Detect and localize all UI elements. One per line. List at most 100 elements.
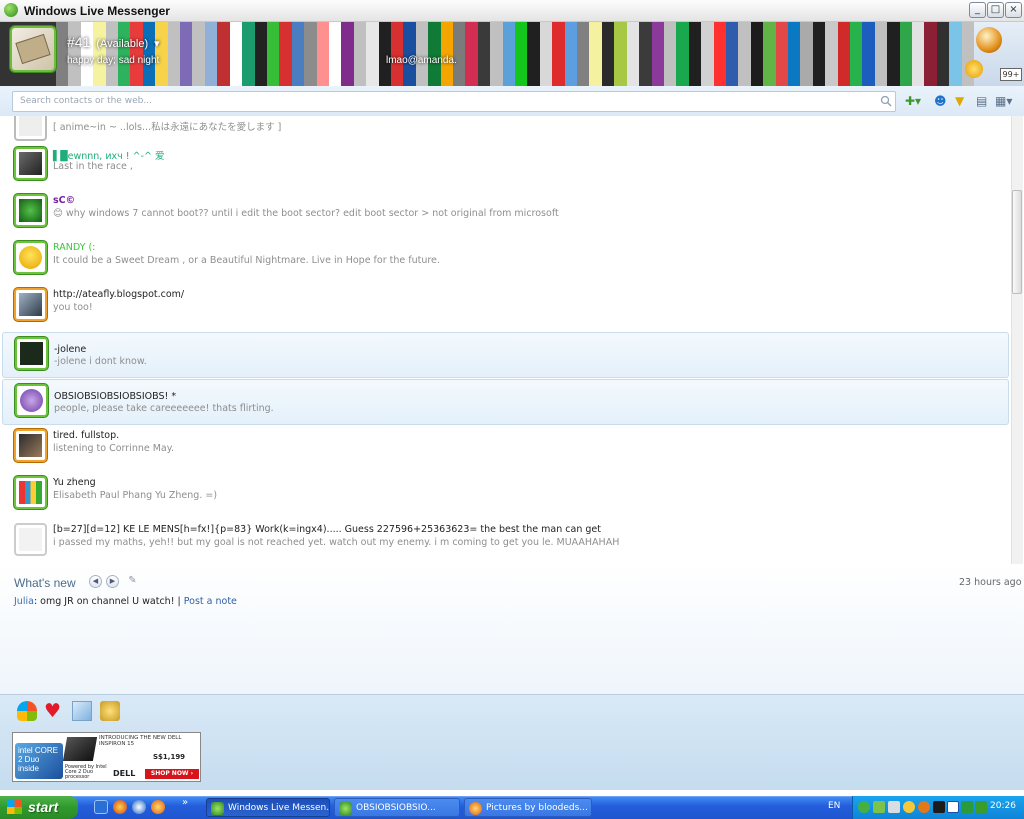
scene-stripe xyxy=(180,22,193,86)
minimize-button[interactable]: _ xyxy=(969,2,986,18)
scene-stripe xyxy=(155,22,168,86)
battery-tray-icon[interactable] xyxy=(961,801,973,813)
scene-stripe xyxy=(577,22,590,86)
scene-stripe xyxy=(825,22,838,86)
messenger-task-icon xyxy=(211,802,224,815)
display-name[interactable]: #41 (Available) ▾ xyxy=(67,34,160,50)
scene-stripe xyxy=(291,22,305,86)
window-title: Windows Live Messenger xyxy=(24,4,170,18)
task-chat[interactable]: OBSIOBSIOBSIO... xyxy=(334,798,460,817)
contact-name: ▌█ewnnn, ихч ! ^-^ 爱 xyxy=(53,151,165,162)
advertisement-banner[interactable]: intel CORE 2 Duo inside INTRODUCING THE … xyxy=(12,732,201,782)
post-note-link[interactable]: Post a note xyxy=(184,596,237,607)
mail-count-badge[interactable]: 99+ xyxy=(1000,68,1022,81)
personal-message[interactable]: happy day; sad night xyxy=(67,55,159,66)
contact-name: [ anime~in ~ ..lols...私は永遠にあなたを愛します ] xyxy=(53,122,282,133)
scene-stripe xyxy=(428,22,441,86)
task-browser[interactable]: Pictures by bloodeds... xyxy=(464,798,592,817)
contact-row[interactable]: tired. fullstop. listening to Corrinne M… xyxy=(2,424,1009,470)
messenger-tray-icon[interactable] xyxy=(873,801,885,813)
alerts-icon[interactable] xyxy=(965,60,983,78)
update-tray-icon[interactable] xyxy=(918,801,930,813)
scene-stripe xyxy=(204,22,218,86)
scene-stripe xyxy=(564,22,578,86)
spaces-icon[interactable]: ▼ xyxy=(955,94,964,109)
next-arrow-icon[interactable]: ▶ xyxy=(106,575,119,588)
heart-icon[interactable]: ♥ xyxy=(44,701,64,721)
contact-row[interactable]: [b=27][d=12] KE LE MENS[h=fx!]{p=83} Wor… xyxy=(2,518,1009,564)
scene-stripe xyxy=(93,22,106,86)
scene-stripe xyxy=(874,22,888,86)
play-tray-icon[interactable] xyxy=(947,801,959,813)
scene-stripe xyxy=(279,22,292,86)
previous-arrow-icon[interactable]: ◀ xyxy=(89,575,102,588)
user-avatar[interactable] xyxy=(10,26,56,72)
change-layout-icon[interactable]: ▤ xyxy=(976,94,987,109)
scene-stripe xyxy=(750,22,764,86)
chevron-down-icon[interactable]: ▾ xyxy=(154,38,160,50)
scene-stripe xyxy=(167,22,181,86)
task-label: Pictures by bloodeds... xyxy=(486,803,588,813)
scene-stripe xyxy=(304,22,317,86)
contact-avatar xyxy=(15,337,48,370)
close-button[interactable]: × xyxy=(1005,2,1022,18)
search-input[interactable]: Search contacts or the web... xyxy=(12,91,896,112)
contact-avatar xyxy=(15,384,48,417)
scrollbar-thumb[interactable] xyxy=(1012,190,1022,294)
network-tray-icon[interactable] xyxy=(858,801,870,813)
profile-header xyxy=(0,22,1024,86)
contact-message: 😊 why windows 7 cannot boot?? until i ed… xyxy=(53,208,559,219)
contact-row[interactable]: RANDY (: It could be a Sweet Dream , or … xyxy=(2,236,1009,282)
scene-stripe xyxy=(601,22,615,86)
scene-stripe xyxy=(949,22,962,86)
contact-row[interactable]: http://ateafly.blogspot.com/ you too! xyxy=(2,283,1009,329)
scene-stripe xyxy=(626,22,640,86)
show-menu-icon[interactable]: ▦▾ xyxy=(995,94,1012,109)
media-tray-icon[interactable] xyxy=(933,801,945,813)
contact-row[interactable]: Yu zheng Elisabeth Paul Phang Yu Zheng. … xyxy=(2,471,1009,517)
scene-stripe xyxy=(105,22,119,86)
settings-icon[interactable]: ✎ xyxy=(126,575,139,588)
scene-stripe xyxy=(701,22,714,86)
language-indicator[interactable]: EN xyxy=(828,801,840,811)
scene-background xyxy=(56,22,975,86)
game-icon[interactable] xyxy=(100,701,120,721)
contact-message: listening to Corrinne May. xyxy=(53,443,175,454)
start-button[interactable]: start xyxy=(0,796,78,819)
contact-row[interactable]: sC© 😊 why windows 7 cannot boot?? until … xyxy=(2,189,1009,235)
search-icon[interactable] xyxy=(880,95,892,107)
scene-orb-icon[interactable] xyxy=(976,27,1002,53)
browser-icon[interactable] xyxy=(151,800,165,814)
scene-stripe xyxy=(862,22,875,86)
task-messenger[interactable]: Windows Live Messen... xyxy=(206,798,330,817)
shop-now-button[interactable]: SHOP NOW › xyxy=(145,769,199,779)
contact-list-scrollbar[interactable] xyxy=(1011,116,1023,564)
status-dropdown[interactable]: (Available) xyxy=(96,38,148,50)
contact-message: It could be a Sweet Dream , or a Beautif… xyxy=(53,255,440,266)
photo-icon[interactable] xyxy=(72,701,92,721)
show-desktop-icon[interactable] xyxy=(94,800,108,814)
start-label: start xyxy=(28,799,59,815)
windows-flag-icon xyxy=(7,800,22,814)
maximize-button[interactable]: □ xyxy=(987,2,1004,18)
contact-avatar xyxy=(14,523,47,556)
add-contact-icon[interactable]: ✚▾ xyxy=(905,94,921,109)
firefox-icon[interactable] xyxy=(113,800,127,814)
contact-name: [b=27][d=12] KE LE MENS[h=fx!]{p=83} Wor… xyxy=(53,524,601,535)
contact-row-selected[interactable]: OBSIOBSIOBSIOBSIOBS! * people, please ta… xyxy=(2,379,1009,425)
scene-stripe xyxy=(378,22,391,86)
task-label: Windows Live Messen... xyxy=(228,803,330,813)
media-player-icon[interactable] xyxy=(132,800,146,814)
contact-name: -jolene xyxy=(54,344,87,355)
contact-avatar xyxy=(14,476,47,509)
antivirus-tray-icon[interactable] xyxy=(975,801,987,813)
feed-author[interactable]: Julia xyxy=(14,596,34,607)
security-tray-icon[interactable] xyxy=(903,801,915,813)
scene-stripe xyxy=(130,22,143,86)
people-icon[interactable]: ☻ xyxy=(934,94,947,109)
contact-row-selected[interactable]: -jolene -jolene i dont know. xyxy=(2,332,1009,378)
contact-row[interactable]: ▌█ewnnn, ихч ! ^-^ 爱 Last in the race , xyxy=(2,142,1009,188)
quicklaunch-expand-icon[interactable]: » xyxy=(182,797,188,808)
windows-live-icon[interactable] xyxy=(17,701,37,721)
volume-tray-icon[interactable] xyxy=(888,801,900,813)
